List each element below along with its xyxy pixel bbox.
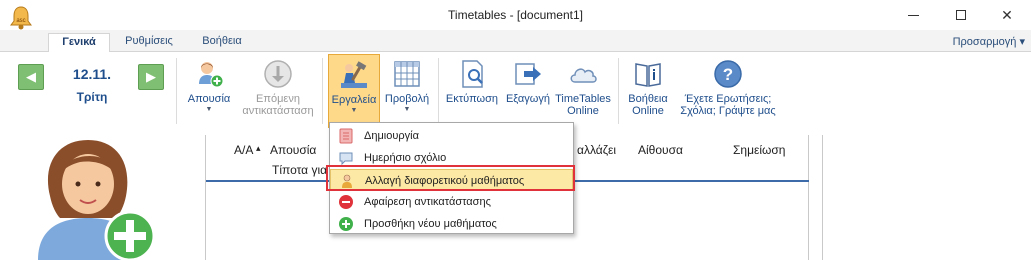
- panel-divider: [822, 135, 823, 260]
- customize-menu[interactable]: Προσαρμογή ▾: [953, 35, 1025, 48]
- online-label-2: Online: [567, 105, 599, 117]
- tab-settings[interactable]: Ρυθμίσεις: [112, 33, 186, 52]
- sort-ascending-icon: ▴: [256, 143, 261, 153]
- tools-icon: [341, 61, 367, 88]
- current-date: 12.11.: [72, 66, 112, 82]
- comment-icon: [339, 152, 353, 166]
- menu-item-add-lesson[interactable]: Προσθήκη νέου μαθήματος: [330, 213, 573, 235]
- svg-text:?: ?: [723, 65, 733, 84]
- question-icon: ?: [714, 60, 742, 88]
- export-icon: [515, 63, 541, 85]
- print-label: Εκτύπωση: [445, 93, 499, 105]
- chevron-down-icon: ▼: [350, 107, 358, 114]
- help-online-label-1: Βοήθεια: [628, 93, 668, 105]
- column-room[interactable]: Αίθουσα: [638, 143, 683, 157]
- print-button[interactable]: Εκτύπωση: [442, 54, 502, 128]
- left-arrow-icon: ◀: [26, 69, 36, 84]
- tools-label: Εργαλεία: [331, 94, 377, 106]
- minimize-icon: [907, 14, 919, 16]
- questions-label-1: Έχετε Ερωτήσεις;: [684, 93, 772, 105]
- column-note[interactable]: Σημείωση: [733, 143, 785, 157]
- cloud-icon: [570, 68, 597, 83]
- remove-icon: [339, 195, 353, 209]
- title-bar: asc Timetables - [document1] ✕: [0, 0, 1031, 30]
- chevron-down-icon: ▼: [403, 106, 411, 113]
- close-icon: ✕: [1001, 6, 1013, 23]
- add-icon: [339, 217, 353, 231]
- menu-item-remove-substitution-label: Αφαίρεση αντικατάστασης: [364, 196, 491, 208]
- view-label: Προβολή: [384, 93, 430, 105]
- menu-item-daily-comment-label: Ημερήσιο σχόλιο: [364, 152, 447, 164]
- help-online-label-2: Online: [632, 105, 664, 117]
- absence-button[interactable]: Απουσία ▼: [180, 54, 238, 128]
- empty-table-message: Τίποτα για: [272, 163, 328, 177]
- help-online-button[interactable]: Βοήθεια Online: [622, 54, 674, 128]
- current-day: Τρίτη: [76, 90, 108, 104]
- minimize-button[interactable]: [890, 0, 936, 30]
- menu-item-create[interactable]: Δημιουργία: [330, 125, 573, 147]
- export-button[interactable]: Εξαγωγή: [502, 54, 554, 128]
- online-label-1: TimeTables: [555, 93, 611, 105]
- next-substitution-label-1: Επόμενη: [256, 93, 300, 105]
- next-day-button[interactable]: ▶: [138, 64, 164, 90]
- down-arrow-icon: [264, 60, 292, 88]
- grid-view-icon: [394, 61, 420, 87]
- close-button[interactable]: ✕: [984, 0, 1030, 30]
- menu-item-remove-substitution[interactable]: Αφαίρεση αντικατάστασης: [330, 191, 573, 213]
- questions-button[interactable]: ? Έχετε Ερωτήσεις; Σχόλια; Γράψτε μας: [676, 54, 780, 128]
- tab-general[interactable]: Γενικά: [48, 33, 110, 53]
- print-preview-icon: [462, 60, 483, 88]
- chevron-down-icon: ▼: [205, 106, 213, 113]
- window-title: Timetables - [document1]: [448, 8, 583, 22]
- next-substitution-button[interactable]: Επόμενη αντικατάσταση: [238, 54, 318, 128]
- maximize-button[interactable]: [938, 0, 984, 30]
- view-button[interactable]: Προβολή ▼: [382, 54, 432, 128]
- absence-label: Απουσία: [187, 93, 231, 105]
- help-book-icon: [635, 63, 661, 87]
- ribbon-separator: [176, 58, 177, 124]
- questions-label-2: Σχόλια; Γράψτε μας: [680, 105, 776, 117]
- ribbon-separator: [438, 58, 439, 124]
- highlight-annotation-frame: [326, 165, 575, 191]
- teacher-avatar: [38, 140, 156, 260]
- maximize-icon: [956, 10, 966, 20]
- tools-button[interactable]: Εργαλεία ▼: [328, 54, 380, 128]
- menu-item-add-lesson-label: Προσθήκη νέου μαθήματος: [364, 218, 497, 230]
- tab-help[interactable]: Βοήθεια: [190, 33, 254, 52]
- column-absence[interactable]: Απουσία: [270, 143, 316, 157]
- column-changes[interactable]: αλλάζει: [577, 143, 616, 157]
- ribbon-separator: [618, 58, 619, 124]
- column-number[interactable]: Α/Α: [234, 143, 253, 157]
- next-substitution-label-2: αντικατάσταση: [242, 105, 314, 117]
- ribbon-tabs: Γενικά Ρυθμίσεις Βοήθεια Προσαρμογή ▾: [0, 30, 1031, 53]
- right-arrow-icon: ▶: [146, 69, 156, 84]
- ribbon-toolbar: ◀ 12.11. Τρίτη ▶ Απουσία ▼ Επόμενη αντικ…: [0, 52, 1031, 130]
- previous-day-button[interactable]: ◀: [18, 64, 44, 90]
- export-label: Εξαγωγή: [505, 93, 551, 105]
- user-add-icon: [199, 62, 224, 88]
- ribbon-separator: [322, 58, 323, 124]
- create-icon: [339, 128, 353, 144]
- timetables-online-button[interactable]: TimeTables Online: [554, 54, 612, 128]
- menu-item-create-label: Δημιουργία: [364, 130, 419, 142]
